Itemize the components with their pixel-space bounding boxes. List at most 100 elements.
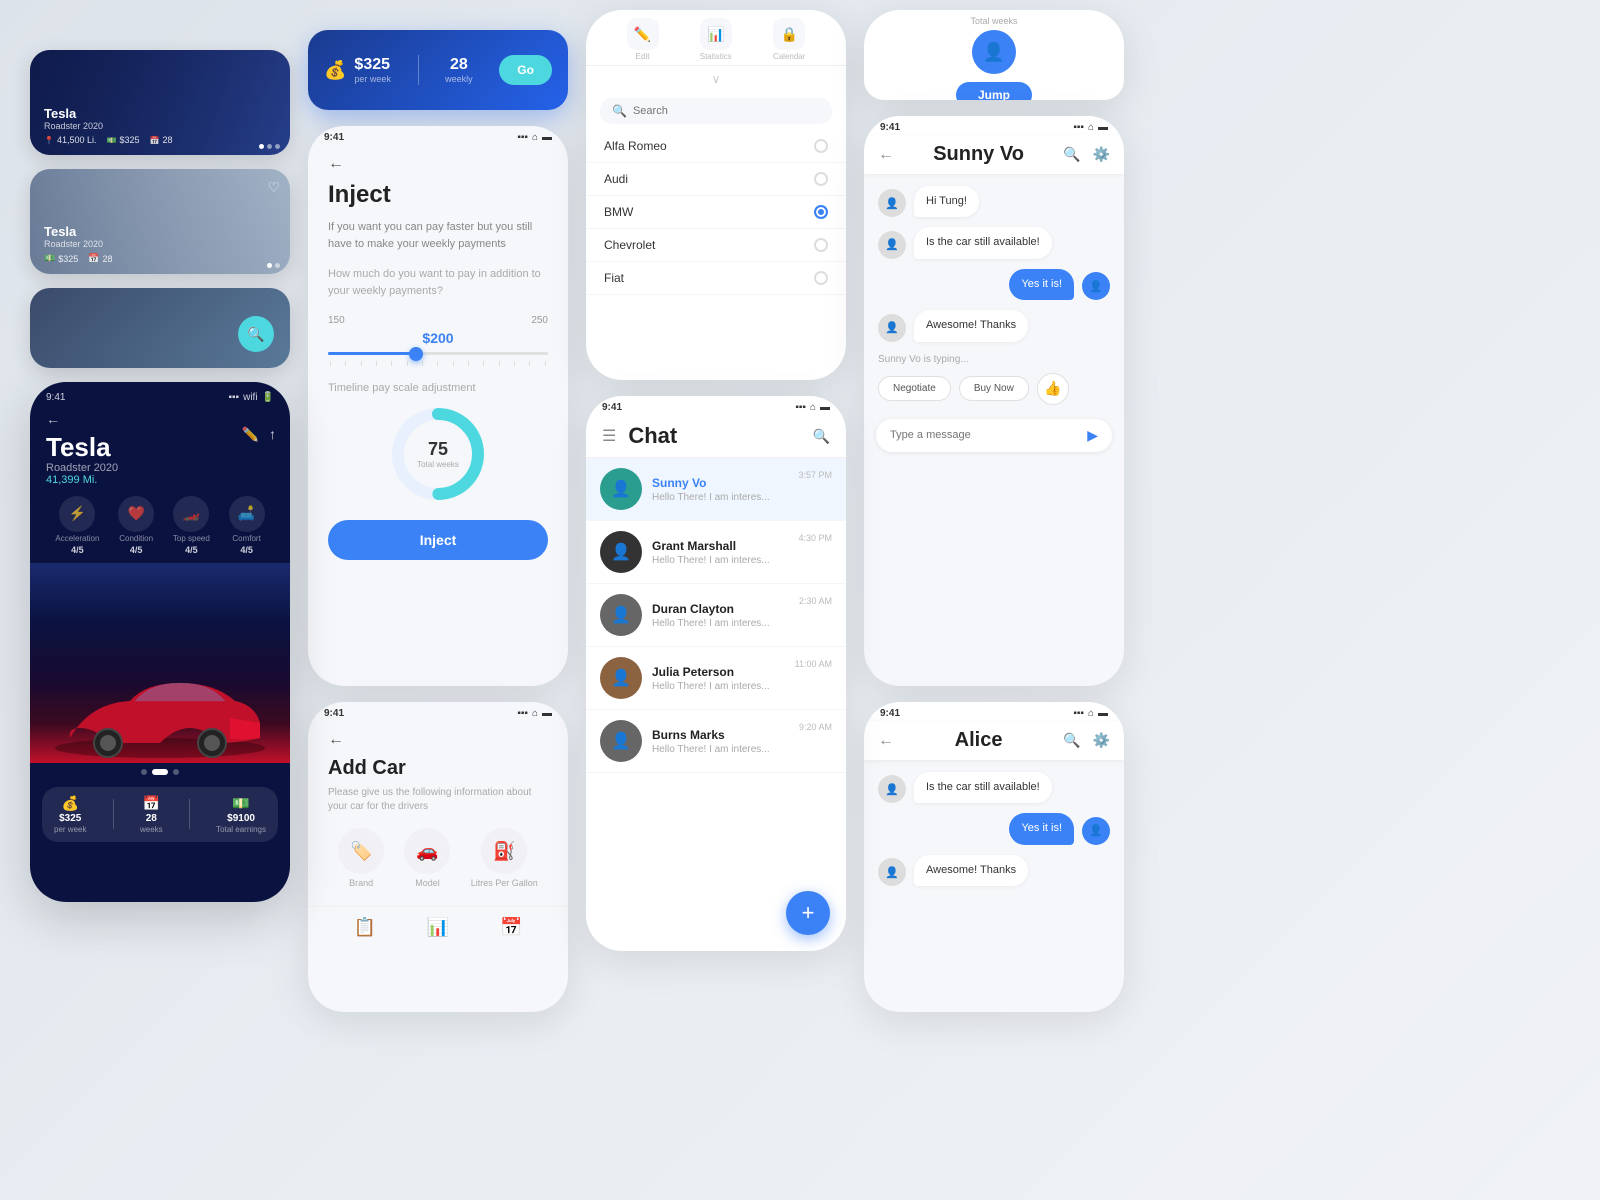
- chat-item-burns[interactable]: 👤 Burns Marks Hello There! I am interes.…: [586, 710, 846, 773]
- inject-button[interactable]: Inject: [328, 520, 548, 560]
- edit-icon[interactable]: ✏️: [242, 426, 259, 443]
- brand-name-fiat: Fiat: [604, 271, 624, 285]
- chat-search-icon[interactable]: 🔍: [813, 428, 830, 445]
- alice-search-icon[interactable]: 🔍: [1063, 732, 1080, 749]
- column-1: Tesla Roadster 2020 📍 41,500 Li. 💵 $325 …: [30, 50, 290, 902]
- heart-icon[interactable]: ♡: [267, 179, 280, 196]
- alice-back-button[interactable]: ←: [878, 732, 894, 750]
- car-card-3[interactable]: 🔍: [30, 288, 290, 368]
- addcar-signal: ▪▪▪: [517, 708, 528, 719]
- bti-lock[interactable]: 🔒 Calendar: [773, 18, 805, 61]
- time-display: 9:41: [46, 392, 65, 403]
- action-buttons-row: Negotiate Buy Now 👍: [864, 365, 1124, 413]
- chat-item-julia[interactable]: 👤 Julia Peterson Hello There! I am inter…: [586, 647, 846, 710]
- pay-divider: [418, 55, 419, 85]
- weeks-icon-1: 📅: [150, 136, 160, 145]
- total-weeks-label: Total weeks: [956, 16, 1032, 26]
- brand-name-bmw: BMW: [604, 205, 633, 219]
- dot-2: [267, 144, 272, 149]
- chat-item-grant[interactable]: 👤 Grant Marshall Hello There! I am inter…: [586, 521, 846, 584]
- addcar-brand-item[interactable]: 🏷️ Brand: [338, 828, 384, 888]
- brand-item-fiat[interactable]: Fiat: [586, 262, 846, 295]
- alice-signal: ▪▪▪: [1073, 708, 1084, 719]
- chat-signal: ▪▪▪: [795, 402, 806, 413]
- car-card-2[interactable]: Tesla Roadster 2020 💵 $325 📅 28 ♡: [30, 169, 290, 274]
- go-button[interactable]: Go: [499, 55, 552, 85]
- message-input[interactable]: [890, 429, 1087, 441]
- chat-phone: 9:41 ▪▪▪ ⌂ ▬ ☰ Chat 🔍 👤: [586, 396, 846, 951]
- slider-max: 250: [531, 315, 548, 326]
- brand-search-bar[interactable]: 🔍: [600, 98, 832, 124]
- brand-item-bmw[interactable]: BMW: [586, 196, 846, 229]
- hamburger-icon[interactable]: ☰: [602, 426, 616, 446]
- payment-icon: 💰: [324, 60, 346, 81]
- radio-chevrolet[interactable]: [814, 238, 828, 252]
- brand-item-alfa[interactable]: Alfa Romeo: [586, 130, 846, 163]
- detail-search-icon[interactable]: 🔍: [1063, 146, 1080, 163]
- alice-settings-icon[interactable]: ⚙️: [1093, 732, 1110, 749]
- negotiate-button[interactable]: Negotiate: [878, 376, 951, 401]
- brand-item-chevrolet[interactable]: Chevrolet: [586, 229, 846, 262]
- alice-status-bar: 9:41 ▪▪▪ ⌂ ▬: [864, 702, 1124, 721]
- msg-row-2: 👤 Is the car still available!: [878, 227, 1110, 258]
- brand-item-audi[interactable]: Audi: [586, 163, 846, 196]
- addcar-time: 9:41: [324, 708, 344, 719]
- detail-back-button[interactable]: ←: [878, 146, 894, 164]
- brand-name-chevrolet: Chevrolet: [604, 238, 655, 252]
- comfort-icon: 🛋️: [229, 496, 265, 532]
- car-card-1[interactable]: Tesla Roadster 2020 📍 41,500 Li. 💵 $325 …: [30, 50, 290, 155]
- car-model-2: Roadster 2020: [44, 239, 276, 249]
- chat-time-display: 9:41: [602, 402, 622, 413]
- tbb-price: 💰 $325 per week: [54, 795, 86, 834]
- payment-weeks: 28 weekly: [445, 56, 473, 84]
- radio-bmw[interactable]: [814, 205, 828, 219]
- alice-msg-row-1: 👤 Is the car still available!: [878, 772, 1110, 803]
- jump-button[interactable]: Jump: [956, 82, 1032, 100]
- inject-title: Inject: [328, 181, 548, 209]
- thumb-up-button[interactable]: 👍: [1037, 373, 1069, 405]
- share-icon[interactable]: ↑: [269, 426, 276, 443]
- alice-msg-bubble-1: Is the car still available!: [914, 772, 1052, 803]
- addcar-model-item[interactable]: 🚗 Model: [404, 828, 450, 888]
- alice-msg-row-3: 👤 Awesome! Thanks: [878, 855, 1110, 886]
- addcar-title: Add Car: [328, 757, 548, 780]
- page-dot-3: [173, 769, 179, 775]
- addcar-gas-item[interactable]: ⛽ Litres Per Gallon: [471, 828, 538, 888]
- chat-item-sunny[interactable]: 👤 Sunny Vo Hello There! I am interes... …: [586, 458, 846, 521]
- car-brand-1: Tesla: [44, 106, 276, 121]
- radio-alfa[interactable]: [814, 139, 828, 153]
- dot-a: [267, 263, 272, 268]
- nav-icon-3[interactable]: 📅: [500, 917, 522, 938]
- chat-item-duran[interactable]: 👤 Duran Clayton Hello There! I am intere…: [586, 584, 846, 647]
- speed-icon: 🏎️: [173, 496, 209, 532]
- tesla-action-icons: ✏️ ↑: [242, 426, 276, 443]
- inject-phone: 9:41 ▪▪▪ ⌂ ▬ ← Inject If you want you ca…: [308, 126, 568, 686]
- inject-question: How much do you want to pay in addition …: [328, 266, 548, 299]
- addcar-back[interactable]: ←: [328, 731, 548, 749]
- car-weeks-2: 📅 28: [88, 253, 112, 264]
- chat-fab-button[interactable]: +: [786, 891, 830, 935]
- nav-icon-2[interactable]: 📊: [427, 917, 449, 938]
- tesla-brand: Tesla: [46, 433, 274, 462]
- car-brand-2: Tesla: [44, 224, 276, 239]
- radio-fiat[interactable]: [814, 271, 828, 285]
- search-fab[interactable]: 🔍: [238, 316, 274, 352]
- buy-now-button[interactable]: Buy Now: [959, 376, 1029, 401]
- nav-icon-1[interactable]: 📋: [353, 917, 375, 938]
- detail-settings-icon[interactable]: ⚙️: [1093, 146, 1110, 163]
- radio-audi[interactable]: [814, 172, 828, 186]
- search-icon: 🔍: [612, 104, 627, 118]
- chat-wifi: ⌂: [810, 402, 816, 413]
- page-dot-1: [141, 769, 147, 775]
- slider-thumb[interactable]: [409, 347, 423, 361]
- avatar-grant: 👤: [600, 531, 642, 573]
- bti-edit[interactable]: ✏️ Edit: [627, 18, 659, 61]
- slider-track[interactable]: [328, 352, 548, 355]
- send-icon[interactable]: ▶: [1087, 427, 1098, 444]
- brand-search-input[interactable]: [633, 105, 820, 117]
- chat-time-sunny: 3:57 PM: [798, 470, 832, 480]
- inject-back[interactable]: ←: [328, 155, 548, 173]
- inject-wifi: ⌂: [532, 132, 538, 143]
- chat-battery: ▬: [820, 402, 830, 413]
- bti-stats[interactable]: 📊 Statistics: [700, 18, 732, 61]
